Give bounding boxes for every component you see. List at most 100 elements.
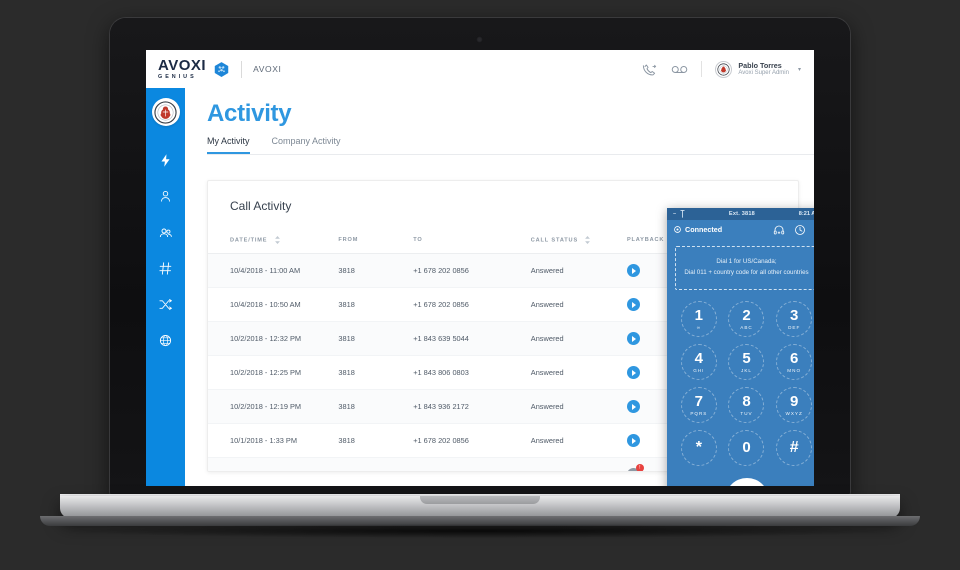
cell-to: +1 678 202 0856 [413, 423, 531, 458]
brain-hex-icon [214, 61, 229, 77]
header-divider [701, 61, 703, 77]
col-to[interactable]: TO [413, 227, 531, 254]
tab-company-activity[interactable]: Company Activity [272, 136, 341, 154]
cell-to: 3284 [413, 457, 531, 471]
dialer-status-group: Connected [674, 225, 722, 234]
sidebar-item-teams[interactable] [157, 224, 174, 241]
sidebar-item-global[interactable] [157, 332, 174, 349]
cell-status: Answered [530, 423, 627, 458]
sidebar-item-activity[interactable] [157, 152, 174, 169]
laptop-notch [420, 496, 540, 504]
col-call-status[interactable]: CALL STATUS [530, 227, 627, 254]
header-actions: Pablo Torres Avoxi Super Admin ▾ [641, 60, 814, 78]
cell-from: 3818 [338, 321, 414, 356]
voicemail-icon[interactable] [671, 62, 688, 77]
dialer-status-label: Connected [685, 225, 723, 234]
cell-datetime: 6/8/2018 - 1:53 PM [208, 457, 339, 471]
dialpad: 1 ∞ 2 ABC 3 DEF 4 GHI 5 JKL 6 MNO 7 PQRS… [675, 300, 814, 466]
dial-hint: Dial 1 for US/Canada; Dial 011 + country… [675, 246, 814, 290]
play-button[interactable] [626, 400, 640, 413]
cell-datetime: 10/1/2018 - 1:33 PM [208, 423, 339, 458]
tab-my-activity[interactable]: My Activity [207, 136, 250, 154]
key-num: 8 [742, 392, 751, 410]
key-letters: ∞ [696, 324, 701, 330]
play-button[interactable] [626, 434, 640, 447]
dialpad-key-6[interactable]: 6 MNO [776, 343, 813, 380]
play-button[interactable] [626, 332, 640, 345]
crest-icon [154, 100, 177, 124]
col-datetime-label: DATE/TIME [230, 237, 268, 244]
sort-arrows-icon[interactable] [585, 236, 591, 244]
dialpad-key-4[interactable]: 4 GHI [680, 343, 717, 380]
dialpad-key-1[interactable]: 1 ∞ [680, 300, 717, 337]
dialpad-key-8[interactable]: 8 TUV [728, 386, 765, 423]
col-call-status-label: CALL STATUS [530, 237, 579, 244]
dialpad-key-9[interactable]: 9 WXYZ [776, 386, 813, 423]
key-letters: JKL [741, 367, 752, 373]
sidebar-item-user[interactable] [157, 188, 174, 205]
dialpad-key-0[interactable]: 0 [728, 429, 765, 466]
key-num: 2 [742, 306, 751, 324]
cell-status: Answered [530, 253, 627, 288]
chevron-down-icon[interactable]: ▾ [798, 66, 801, 73]
cell-from: 3818 [338, 457, 414, 471]
sidebar-item-routing[interactable] [157, 296, 174, 313]
play-button-muted[interactable]: ! [626, 462, 646, 471]
cell-datetime: 10/2/2018 - 12:32 PM [208, 321, 339, 356]
globe-icon [159, 334, 172, 347]
cell-datetime: 10/2/2018 - 12:25 PM [208, 355, 339, 390]
person-icon [161, 191, 170, 202]
dialpad-key-2[interactable]: 2 ABC [728, 300, 765, 337]
key-num: 7 [694, 392, 703, 410]
cell-status: Answered [530, 355, 627, 390]
sidebar-avatar[interactable] [151, 98, 180, 126]
dialpad-key-3[interactable]: 3 DEF [776, 300, 813, 337]
headset-add-icon[interactable] [773, 224, 785, 236]
sidebar-nav [146, 152, 185, 349]
dial-hint-line2: Dial 011 + country code for all other co… [684, 268, 809, 276]
key-letters: WXYZ [785, 410, 803, 416]
cell-to: +1 843 639 5044 [413, 321, 531, 356]
user-menu[interactable]: Pablo Torres Avoxi Super Admin ▾ [715, 60, 801, 78]
phone-forward-icon[interactable] [641, 62, 658, 77]
key-letters: TUV [740, 410, 753, 416]
col-from[interactable]: FROM [338, 227, 414, 254]
key-num: 9 [789, 392, 799, 410]
dialpad-key-star[interactable]: * [680, 429, 717, 466]
sort-arrows-icon[interactable] [274, 236, 280, 244]
clock-icon[interactable] [794, 224, 806, 236]
dialpad-key-7[interactable]: 7 PQRS [680, 386, 717, 423]
cell-status: Answered [530, 321, 627, 356]
brand-logo[interactable]: AVOXI GENIUS [146, 58, 230, 80]
play-button[interactable] [626, 298, 640, 311]
col-datetime[interactable]: DATE/TIME [208, 227, 339, 254]
screen: AVOXI GENIUS AVOXI Pablo Torres Avoxi Su… [146, 50, 814, 486]
sidebar-item-numbers[interactable] [157, 260, 174, 277]
webcam-icon [476, 36, 483, 43]
key-letters: GHI [693, 367, 705, 373]
avatar [715, 60, 733, 78]
cell-from: 3818 [338, 355, 414, 390]
status-dot-icon [674, 226, 681, 233]
user-role: Avoxi Super Admin [738, 69, 789, 76]
tab-bar: My Activity Company Activity [207, 136, 814, 155]
dialpad-key-hash[interactable]: # [776, 429, 813, 466]
play-button[interactable] [626, 264, 640, 277]
dialpad-key-5[interactable]: 5 JKL [728, 343, 765, 380]
key-num: # [789, 438, 799, 456]
cell-datetime: 10/2/2018 - 12:19 PM [208, 389, 339, 424]
minimize-button[interactable]: – [673, 211, 676, 217]
key-num: 4 [694, 349, 703, 367]
notification-badge: ! [634, 462, 646, 471]
avatar-crest-icon [717, 62, 730, 76]
softphone-dialer: – Ext. 3818 8:21 AM Connected [667, 208, 814, 486]
key-letters: DEF [788, 324, 801, 330]
key-num: 1 [694, 306, 703, 324]
cell-to: +1 678 202 0856 [413, 253, 531, 288]
dialer-footer: AVOXI [667, 474, 814, 486]
main-content: Activity My Activity Company Activity Ca… [185, 88, 814, 486]
play-button[interactable] [626, 366, 640, 379]
page-title: Activity [207, 100, 292, 127]
user-name: Pablo Torres [738, 60, 782, 70]
dialer-statusbar: Connected [667, 220, 814, 239]
